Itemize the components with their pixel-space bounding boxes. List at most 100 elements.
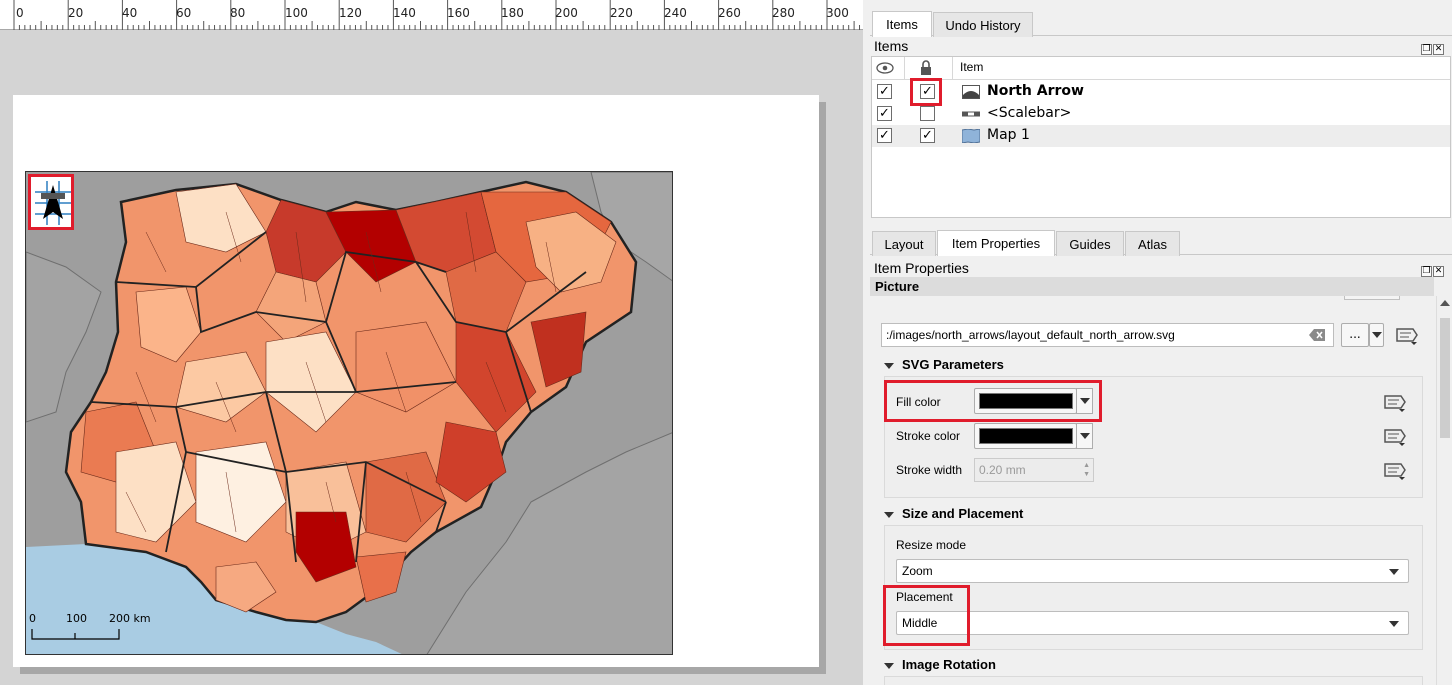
data-defined-icon[interactable] bbox=[1381, 426, 1407, 446]
items-list[interactable]: Item ✓ ✓ North Arrow ✓ <Scalebar> ✓ ✓ Ma… bbox=[871, 56, 1451, 218]
north-arrow-item-icon bbox=[962, 85, 980, 99]
lock-checkbox[interactable]: ✓ bbox=[920, 128, 935, 143]
properties-tabbar: Layout Item Properties Guides Atlas bbox=[870, 227, 1452, 256]
stroke-color-button[interactable] bbox=[974, 423, 1093, 449]
placement-select[interactable]: Middle bbox=[896, 611, 1409, 635]
right-dock: Items Undo History Items ❐ ✕ Item ✓ ✓ Nor… bbox=[870, 0, 1452, 685]
fill-color-dropdown[interactable] bbox=[1076, 388, 1093, 414]
scalebar-item[interactable]: 0 100 200 km bbox=[29, 612, 159, 644]
tab-items[interactable]: Items bbox=[872, 11, 932, 37]
ruler-label: 300 bbox=[826, 6, 849, 20]
scalebar-label: 100 bbox=[66, 612, 87, 625]
properties-dock-buttons: ❐ ✕ bbox=[1420, 262, 1446, 277]
items-dock-buttons: ❐ ✕ bbox=[1420, 40, 1446, 55]
items-tabbar: Items Undo History bbox=[870, 8, 1452, 37]
fill-color-label: Fill color bbox=[896, 395, 941, 409]
map-item-icon bbox=[962, 129, 980, 143]
stroke-color-dropdown[interactable] bbox=[1076, 423, 1093, 449]
scalebar-item-icon bbox=[962, 111, 980, 117]
clear-icon[interactable] bbox=[1309, 329, 1325, 341]
ruler-label: 220 bbox=[610, 6, 633, 20]
float-icon[interactable]: ❐ bbox=[1421, 266, 1432, 277]
chevron-down-icon bbox=[1079, 433, 1090, 439]
lock-checkbox[interactable] bbox=[920, 106, 935, 121]
resize-mode-select[interactable]: Zoom bbox=[896, 559, 1409, 583]
ruler-label: 100 bbox=[285, 6, 308, 20]
image-rotation-header[interactable]: Image Rotation bbox=[884, 657, 996, 672]
chevron-down-icon bbox=[1389, 621, 1399, 627]
collapse-icon bbox=[884, 362, 894, 369]
data-defined-icon[interactable] bbox=[1393, 325, 1419, 345]
placement-value: Middle bbox=[902, 616, 938, 630]
item-label: <Scalebar> bbox=[987, 105, 1072, 121]
column-separator bbox=[904, 57, 905, 80]
tab-undo-history[interactable]: Undo History bbox=[933, 12, 1033, 37]
ruler-label: 0 bbox=[16, 6, 24, 20]
north-arrow-icon bbox=[35, 181, 71, 225]
tab-undo-history-label: Undo History bbox=[945, 17, 1021, 33]
ruler-label: 60 bbox=[176, 6, 192, 20]
tab-guides[interactable]: Guides bbox=[1056, 231, 1124, 256]
scrollbar-thumb[interactable] bbox=[1440, 318, 1450, 438]
tab-guides-label: Guides bbox=[1069, 236, 1111, 252]
item-row-scalebar[interactable]: ✓ <Scalebar> bbox=[872, 103, 1450, 125]
column-separator bbox=[952, 57, 953, 80]
svg-parameters-header[interactable]: SVG Parameters bbox=[884, 357, 1004, 372]
svg-parameters-title: SVG Parameters bbox=[902, 357, 1004, 372]
svg-path-text: :/images/north_arrows/layout_default_nor… bbox=[886, 328, 1175, 342]
data-defined-icon[interactable] bbox=[1381, 460, 1407, 480]
data-defined-icon[interactable] bbox=[1381, 392, 1407, 412]
layout-canvas[interactable]: 0 20 40 60 80 100 120 140 160 180 200 22… bbox=[0, 0, 863, 685]
svg-path-input[interactable]: :/images/north_arrows/layout_default_nor… bbox=[881, 323, 1334, 347]
ruler-label: 40 bbox=[122, 6, 138, 20]
item-row-north-arrow[interactable]: ✓ ✓ North Arrow bbox=[872, 81, 1450, 103]
lock-checkbox[interactable]: ✓ bbox=[920, 84, 935, 99]
stroke-color-label: Stroke color bbox=[896, 429, 961, 443]
image-rotation-group bbox=[884, 676, 1423, 685]
ruler-label: 240 bbox=[664, 6, 687, 20]
size-placement-title: Size and Placement bbox=[902, 506, 1024, 521]
ruler-label: 260 bbox=[718, 6, 741, 20]
tab-layout[interactable]: Layout bbox=[872, 231, 936, 256]
ruler-label: 20 bbox=[68, 6, 84, 20]
ruler-label: 160 bbox=[447, 6, 470, 20]
float-icon[interactable]: ❐ bbox=[1421, 44, 1432, 55]
tab-item-properties[interactable]: Item Properties bbox=[937, 230, 1055, 256]
properties-scroll-area[interactable]: :/images/north_arrows/layout_default_nor… bbox=[870, 296, 1452, 685]
item-label: North Arrow bbox=[987, 83, 1084, 99]
stroke-color-swatch bbox=[979, 428, 1073, 444]
properties-scrollbar[interactable] bbox=[1436, 296, 1452, 685]
tab-item-properties-label: Item Properties bbox=[951, 236, 1041, 251]
stroke-width-spinbox[interactable]: 0.20 mm ▲ ▼ bbox=[974, 458, 1094, 482]
size-placement-header[interactable]: Size and Placement bbox=[884, 506, 1023, 521]
browse-dropdown-button[interactable] bbox=[1369, 323, 1384, 347]
chevron-down-icon bbox=[1389, 569, 1399, 575]
chevron-down-icon bbox=[1079, 398, 1090, 404]
collapse-icon bbox=[884, 662, 894, 669]
visibility-checkbox[interactable]: ✓ bbox=[877, 84, 892, 99]
browse-button[interactable]: ... bbox=[1341, 323, 1369, 347]
tab-atlas[interactable]: Atlas bbox=[1125, 231, 1180, 256]
clipped-buttons bbox=[1344, 296, 1400, 300]
close-icon[interactable]: ✕ bbox=[1433, 44, 1444, 55]
fill-color-button[interactable] bbox=[974, 388, 1093, 414]
spin-arrows-icon[interactable]: ▲ ▼ bbox=[1083, 461, 1090, 479]
close-icon[interactable]: ✕ bbox=[1433, 266, 1444, 277]
scroll-up-icon[interactable] bbox=[1440, 300, 1450, 306]
item-label: Map 1 bbox=[987, 127, 1030, 143]
item-properties-title: Item Properties bbox=[874, 260, 969, 276]
panel-splitter[interactable] bbox=[863, 0, 870, 685]
items-header-item: Item bbox=[960, 60, 984, 74]
north-arrow-item[interactable] bbox=[28, 174, 74, 230]
map-item[interactable] bbox=[25, 171, 673, 655]
visibility-checkbox[interactable]: ✓ bbox=[877, 106, 892, 121]
ruler-label: 140 bbox=[393, 6, 416, 20]
visibility-checkbox[interactable]: ✓ bbox=[877, 128, 892, 143]
resize-mode-label: Resize mode bbox=[896, 538, 967, 552]
collapse-icon bbox=[884, 511, 894, 518]
fill-color-swatch bbox=[979, 393, 1073, 409]
chevron-down-icon bbox=[1371, 332, 1382, 338]
horizontal-ruler[interactable]: 0 20 40 60 80 100 120 140 160 180 200 22… bbox=[0, 0, 863, 30]
item-row-map[interactable]: ✓ ✓ Map 1 bbox=[872, 125, 1450, 147]
svg-parameters-group bbox=[884, 376, 1423, 498]
